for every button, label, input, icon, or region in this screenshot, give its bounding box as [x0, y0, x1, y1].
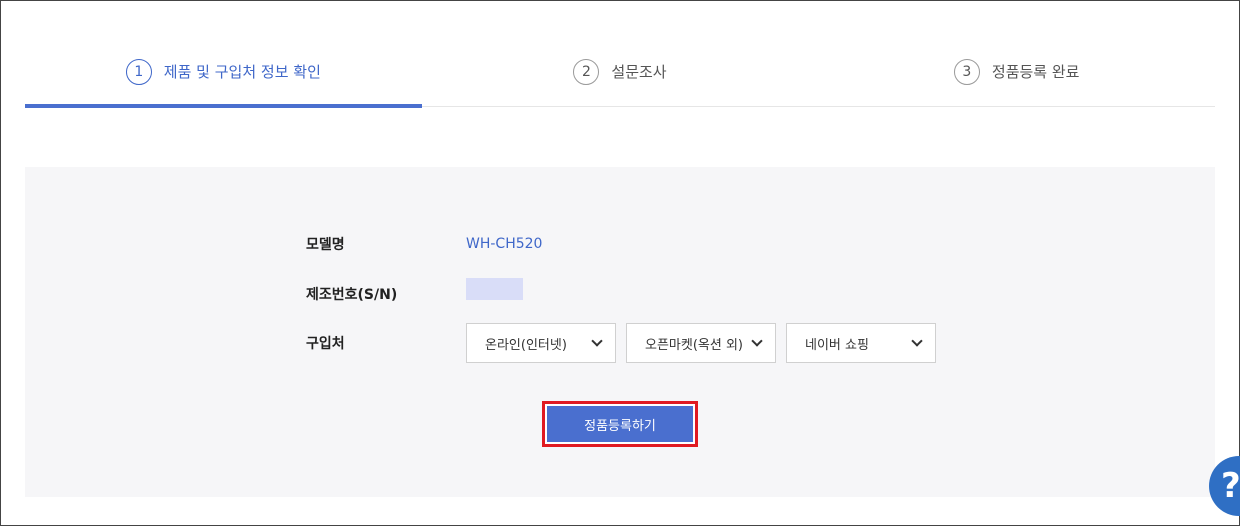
- model-row: 모델명 WH-CH520: [306, 229, 542, 259]
- step-3-label: 정품등록 완료: [991, 63, 1080, 81]
- step-1-number: 1: [125, 59, 152, 85]
- question-mark-icon: ?: [1221, 466, 1240, 506]
- register-button[interactable]: 정품등록하기: [547, 406, 693, 442]
- purchase-store-value: 네이버 쇼핑: [805, 337, 869, 353]
- model-value: WH-CH520: [466, 236, 543, 252]
- purchase-label: 구입처: [306, 336, 345, 352]
- model-label: 모델명: [306, 237, 345, 253]
- chevron-down-icon: [751, 337, 763, 349]
- serial-value-redacted: [466, 278, 523, 300]
- chevron-down-icon: [591, 337, 603, 349]
- step-2-number: 2: [573, 59, 600, 85]
- step-2: 2 설문조사: [422, 41, 819, 106]
- chevron-down-icon: [911, 337, 923, 349]
- purchase-type-select[interactable]: 오픈마켓(옥션 외): [626, 323, 776, 363]
- step-2-label: 설문조사: [611, 63, 667, 81]
- purchase-channel-value: 온라인(인터넷): [485, 337, 567, 353]
- serial-label: 제조번호(S/N): [306, 287, 398, 303]
- purchase-row: 구입처 온라인(인터넷) 오픈마켓(옥션 외) 네이버 쇼핑: [306, 323, 946, 363]
- purchase-channel-select[interactable]: 온라인(인터넷): [466, 323, 616, 363]
- step-1-label: 제품 및 구입처 정보 확인: [163, 63, 321, 81]
- product-info-panel: 모델명 WH-CH520 제조번호(S/N) 구입처 온라인(인터넷) 오픈마켓…: [25, 167, 1215, 497]
- step-indicator: 1 제품 및 구입처 정보 확인 2 설문조사 3 정품등록 완료: [25, 41, 1215, 108]
- page-frame: 1 제품 및 구입처 정보 확인 2 설문조사 3 정품등록 완료 모델명 WH…: [0, 0, 1240, 526]
- register-button-highlight: 정품등록하기: [542, 401, 698, 447]
- purchase-store-select[interactable]: 네이버 쇼핑: [786, 323, 936, 363]
- step-3-number: 3: [953, 59, 980, 85]
- purchase-type-value: 오픈마켓(옥션 외): [645, 337, 743, 353]
- step-1: 1 제품 및 구입처 정보 확인: [25, 41, 422, 108]
- serial-row: 제조번호(S/N): [306, 278, 523, 309]
- step-3: 3 정품등록 완료: [818, 41, 1215, 106]
